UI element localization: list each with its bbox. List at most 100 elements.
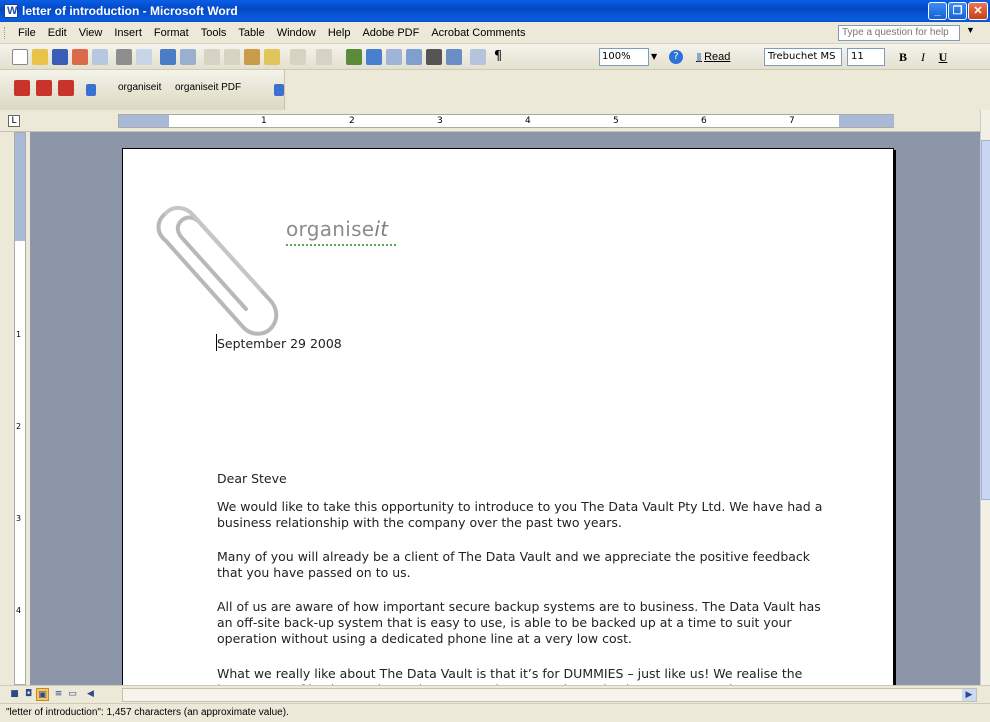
- menu-bar: File Edit View Insert Format Tools Table…: [0, 22, 990, 44]
- vertical-scrollbar[interactable]: [980, 110, 990, 685]
- horizontal-scrollbar[interactable]: ▶: [122, 688, 977, 702]
- hyperlink-icon[interactable]: [346, 49, 362, 65]
- company-logo-text: organiseit: [286, 217, 388, 241]
- reading-layout-icon[interactable]: ▭: [66, 688, 79, 701]
- menu-help[interactable]: Help: [322, 22, 357, 44]
- format-painter-icon[interactable]: [264, 49, 280, 65]
- web-layout-icon[interactable]: ◘: [22, 688, 35, 701]
- drawing-icon[interactable]: [446, 49, 462, 65]
- convert-pdf-review-icon[interactable]: [58, 80, 74, 96]
- menu-format[interactable]: Format: [148, 22, 195, 44]
- organiseit-button[interactable]: organiseit: [118, 82, 161, 93]
- scroll-left-icon[interactable]: ◀: [84, 688, 97, 701]
- pdf-toolbar: organiseit organiseit PDF: [0, 70, 990, 110]
- help-icon[interactable]: ?: [669, 50, 683, 64]
- columns-icon[interactable]: [426, 49, 442, 65]
- vertical-ruler[interactable]: 1 2 3 4: [14, 132, 26, 685]
- top-margin: [15, 133, 25, 241]
- zoom-dropdown-arrow[interactable]: ▼: [651, 48, 663, 66]
- logo-main-text: organise: [286, 217, 375, 241]
- research-icon[interactable]: [180, 49, 196, 65]
- letter-paragraph[interactable]: Many of you will already be a client of …: [217, 549, 831, 581]
- copy-icon[interactable]: [224, 49, 240, 65]
- insert-table-icon[interactable]: [386, 49, 402, 65]
- document-map-icon[interactable]: [470, 49, 486, 65]
- zoom-select[interactable]: 100%: [599, 48, 649, 66]
- status-bar: "letter of introduction": 1,457 characte…: [0, 703, 990, 722]
- ruler-number: 4: [525, 116, 531, 126]
- new-document-icon[interactable]: [12, 49, 28, 65]
- show-hide-icon[interactable]: ¶: [490, 49, 506, 65]
- italic-button[interactable]: I: [914, 48, 932, 66]
- maximize-button[interactable]: ❐: [948, 2, 967, 20]
- bold-button[interactable]: B: [894, 48, 912, 66]
- logo-italic-text: it: [374, 217, 389, 241]
- document-area[interactable]: organiseit September 29 2008 Dear Steve …: [30, 132, 980, 685]
- paste-icon[interactable]: [244, 49, 260, 65]
- menu-view[interactable]: View: [73, 22, 109, 44]
- toolbar-grip[interactable]: [4, 27, 7, 39]
- vertical-scroll-thumb[interactable]: [981, 140, 990, 500]
- pdf-toolbar-options-icon[interactable]: [274, 84, 284, 96]
- letter-paragraph[interactable]: All of us are aware of how important sec…: [217, 599, 831, 647]
- minimize-button[interactable]: _: [928, 2, 947, 20]
- print-preview-icon[interactable]: [136, 49, 152, 65]
- letter-date[interactable]: September 29 2008: [217, 336, 342, 351]
- horizontal-ruler[interactable]: 1 2 3 4 5 6 7: [118, 114, 894, 128]
- window-title: letter of introduction - Microsoft Word: [22, 4, 238, 18]
- ruler-number: 1: [261, 116, 267, 126]
- menu-acrobat-comments[interactable]: Acrobat Comments: [425, 22, 531, 44]
- vruler-number: 3: [16, 514, 22, 523]
- convert-pdf-icon[interactable]: [14, 80, 30, 96]
- menu-adobe-pdf[interactable]: Adobe PDF: [356, 22, 425, 44]
- insert-excel-icon[interactable]: [406, 49, 422, 65]
- font-size-select[interactable]: 11: [847, 48, 885, 66]
- tables-borders-icon[interactable]: [366, 49, 382, 65]
- undo-icon[interactable]: [290, 49, 306, 65]
- letter-salutation[interactable]: Dear Steve: [217, 471, 287, 486]
- ruler-number: 7: [789, 116, 795, 126]
- help-search-input[interactable]: Type a question for help: [838, 25, 960, 41]
- ruler-number: 6: [701, 116, 707, 126]
- toolbar-options-icon[interactable]: [86, 84, 96, 96]
- outline-view-icon[interactable]: ≡: [52, 688, 65, 701]
- document-page[interactable]: organiseit September 29 2008 Dear Steve …: [122, 148, 894, 685]
- cut-icon[interactable]: [204, 49, 220, 65]
- title-bar: letter of introduction - Microsoft Word …: [0, 0, 990, 22]
- menu-window[interactable]: Window: [271, 22, 322, 44]
- normal-view-icon[interactable]: ■: [8, 688, 21, 701]
- font-select[interactable]: Trebuchet MS: [764, 48, 842, 66]
- underline-button[interactable]: U: [934, 48, 952, 66]
- open-folder-icon[interactable]: [32, 49, 48, 65]
- standard-toolbar: ¶ 100% ▼ ? Read Trebuchet MS 11 B I U: [0, 44, 990, 70]
- tab-selector[interactable]: L: [8, 115, 20, 127]
- vruler-number: 2: [16, 422, 22, 431]
- help-dropdown-arrow[interactable]: ▼: [966, 25, 975, 35]
- print-layout-icon[interactable]: ▣: [36, 688, 49, 701]
- convert-pdf-email-icon[interactable]: [36, 80, 52, 96]
- ruler-number: 2: [349, 116, 355, 126]
- close-button[interactable]: ✕: [968, 2, 988, 20]
- menu-table[interactable]: Table: [232, 22, 270, 44]
- horizontal-ruler-row: L 1 2 3 4 5 6 7: [0, 110, 990, 132]
- menu-insert[interactable]: Insert: [108, 22, 148, 44]
- menu-edit[interactable]: Edit: [42, 22, 73, 44]
- view-bar: ■ ◘ ▣ ≡ ▭ ◀ ▶: [0, 685, 990, 703]
- read-button[interactable]: Read: [696, 48, 742, 66]
- letter-paragraph[interactable]: What we really like about The Data Vault…: [217, 666, 831, 685]
- print-icon[interactable]: [116, 49, 132, 65]
- permission-icon[interactable]: [72, 49, 88, 65]
- vruler-number: 1: [16, 330, 22, 339]
- menu-tools[interactable]: Tools: [195, 22, 233, 44]
- scroll-right-icon[interactable]: ▶: [962, 689, 976, 701]
- word-app-icon[interactable]: [4, 0, 18, 22]
- spelling-icon[interactable]: [160, 49, 176, 65]
- email-icon[interactable]: [92, 49, 108, 65]
- save-icon[interactable]: [52, 49, 68, 65]
- letter-paragraph[interactable]: We would like to take this opportunity t…: [217, 499, 831, 531]
- menu-file[interactable]: File: [12, 22, 42, 44]
- redo-icon[interactable]: [316, 49, 332, 65]
- paperclip-logo-icon: [156, 206, 279, 336]
- organiseit-pdf-button[interactable]: organiseit PDF: [175, 82, 241, 93]
- grammar-underline: [286, 244, 396, 246]
